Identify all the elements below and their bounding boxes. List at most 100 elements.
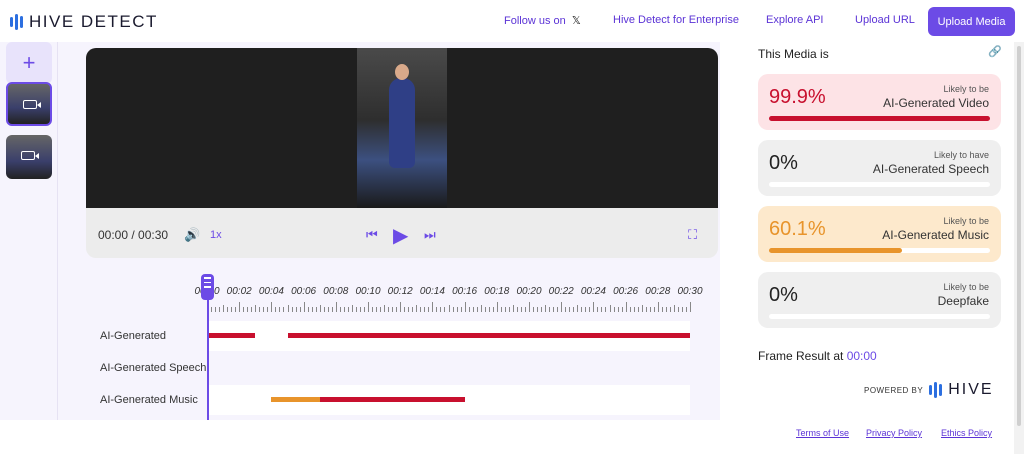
tick-mark bbox=[492, 307, 494, 312]
tick-mark bbox=[295, 307, 297, 312]
skip-forward-icon[interactable]: ⏭ bbox=[424, 227, 436, 243]
powered-by-label: POWERED BY bbox=[864, 385, 924, 395]
detection-segment[interactable] bbox=[207, 333, 256, 338]
add-media-button[interactable]: + bbox=[6, 42, 52, 84]
tick-mark bbox=[339, 307, 341, 312]
tick-label: 00:08 bbox=[323, 286, 349, 297]
tick-mark bbox=[219, 307, 221, 312]
tick-mark bbox=[549, 307, 551, 312]
explore-api-link[interactable]: Explore API bbox=[766, 14, 823, 26]
tick-mark bbox=[690, 302, 691, 312]
powered-by-hive[interactable]: POWERED BY HIVE bbox=[864, 381, 994, 399]
tick-label: 00:12 bbox=[387, 286, 413, 297]
hive-detect-logo[interactable]: HIVE DETECT bbox=[10, 12, 158, 32]
result-category-label: Deepfake bbox=[937, 294, 989, 308]
tick-mark bbox=[565, 307, 567, 312]
detection-segment[interactable] bbox=[287, 333, 690, 338]
tick-mark bbox=[557, 307, 559, 312]
tick-mark bbox=[589, 307, 591, 312]
tick-label: 00:02 bbox=[226, 286, 252, 297]
play-icon[interactable]: ▶ bbox=[393, 223, 408, 248]
tick-mark bbox=[396, 307, 398, 312]
timeline-row: AI-Generated bbox=[86, 321, 718, 351]
tick-mark bbox=[621, 307, 623, 312]
tick-label: 00:24 bbox=[580, 286, 606, 297]
page-scrollbar[interactable] bbox=[1014, 42, 1024, 454]
hive-bars-icon bbox=[10, 14, 23, 30]
tick-mark bbox=[311, 307, 313, 312]
tick-mark bbox=[669, 307, 671, 312]
privacy-policy-link[interactable]: Privacy Policy bbox=[866, 428, 922, 438]
tick-mark bbox=[319, 305, 321, 312]
video-camera-icon bbox=[21, 151, 39, 160]
timeline-track[interactable] bbox=[207, 321, 690, 351]
tick-mark bbox=[420, 307, 422, 312]
volume-icon[interactable]: 🔊 bbox=[184, 227, 200, 243]
ethics-policy-link[interactable]: Ethics Policy bbox=[941, 428, 992, 438]
playhead-handle[interactable] bbox=[201, 274, 214, 300]
tick-mark bbox=[661, 307, 663, 312]
tick-mark bbox=[307, 307, 309, 312]
follow-us-label: Follow us on bbox=[504, 15, 566, 27]
result-category-label: AI-Generated Music bbox=[882, 228, 989, 242]
results-title: This Media is bbox=[758, 47, 829, 61]
upload-url-link[interactable]: Upload URL bbox=[855, 14, 915, 26]
brand-name: HIVE DETECT bbox=[29, 12, 158, 31]
result-likely-label: Likely to be bbox=[943, 84, 989, 94]
tick-mark bbox=[488, 307, 490, 312]
video-frame bbox=[357, 48, 447, 208]
time-display: 00:00 / 00:30 bbox=[98, 228, 169, 242]
result-card: 60.1% Likely to be AI-Generated Music bbox=[758, 206, 1001, 262]
enterprise-link[interactable]: Hive Detect for Enterprise bbox=[613, 14, 739, 26]
result-percentage: 99.9% bbox=[769, 86, 826, 108]
x-logo-icon: 𝕏 bbox=[571, 15, 581, 27]
result-progress-fill bbox=[769, 248, 902, 253]
tick-mark bbox=[412, 307, 414, 312]
tick-mark bbox=[287, 305, 289, 312]
tick-mark bbox=[641, 305, 643, 312]
tick-mark bbox=[609, 305, 611, 312]
gymnast-figure bbox=[389, 64, 415, 168]
media-thumbnail-selected[interactable] bbox=[6, 82, 52, 126]
tick-label: 00:18 bbox=[484, 286, 510, 297]
result-likely-label: Likely to be bbox=[943, 216, 989, 226]
tick-mark bbox=[211, 307, 213, 312]
tick-mark bbox=[484, 307, 486, 312]
timeline-track[interactable] bbox=[207, 385, 690, 415]
terms-of-use-link[interactable]: Terms of Use bbox=[796, 428, 849, 438]
detection-segment[interactable] bbox=[319, 397, 465, 402]
tick-mark bbox=[247, 307, 249, 312]
tick-mark bbox=[553, 307, 555, 312]
frame-result-time[interactable]: 00:00 bbox=[847, 349, 877, 363]
tick-mark bbox=[524, 307, 526, 312]
timeline-track[interactable] bbox=[207, 353, 690, 383]
skip-back-icon[interactable]: ⏮ bbox=[366, 227, 378, 243]
media-thumbnail[interactable] bbox=[6, 135, 52, 179]
tick-mark bbox=[512, 305, 514, 312]
result-progress-bar bbox=[769, 314, 990, 319]
tick-mark bbox=[452, 307, 454, 312]
tick-label: 00:26 bbox=[613, 286, 639, 297]
timeline-ruler[interactable]: 00:0000:0200:0400:0600:0800:1000:1200:14… bbox=[194, 286, 703, 312]
tick-mark bbox=[500, 307, 502, 312]
video-player[interactable] bbox=[86, 48, 718, 208]
follow-us-link[interactable]: Follow us on 𝕏 bbox=[504, 14, 581, 27]
tick-mark bbox=[215, 307, 217, 312]
tick-label: 00:30 bbox=[677, 286, 703, 297]
hive-wordmark: HIVE bbox=[948, 381, 994, 398]
link-icon[interactable]: 🔗 bbox=[988, 45, 1002, 58]
tick-mark bbox=[275, 307, 277, 312]
tick-mark bbox=[323, 307, 325, 312]
detection-segment[interactable] bbox=[271, 397, 320, 402]
result-card: 0% Likely to be Deepfake bbox=[758, 272, 1001, 328]
tick-mark bbox=[363, 307, 365, 312]
tick-mark bbox=[239, 302, 241, 312]
tick-mark bbox=[416, 305, 418, 312]
tick-mark bbox=[444, 307, 446, 312]
playback-speed-button[interactable]: 1x bbox=[210, 229, 222, 241]
upload-media-button[interactable]: Upload Media bbox=[928, 7, 1015, 36]
fullscreen-icon[interactable]: ⛶ bbox=[688, 227, 697, 243]
tick-mark bbox=[315, 307, 317, 312]
tick-mark bbox=[335, 302, 337, 312]
tick-mark bbox=[291, 307, 293, 312]
